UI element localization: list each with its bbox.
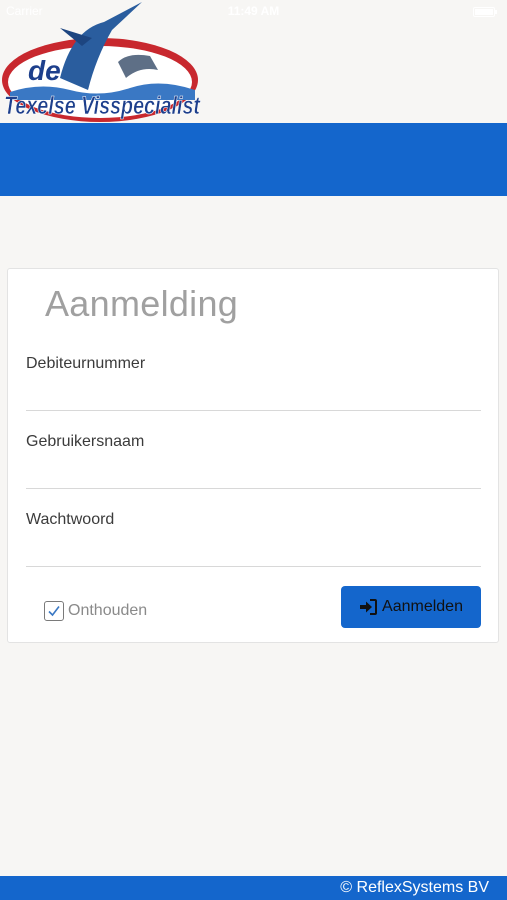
gebruikersnaam-label: Gebruikersnaam <box>26 433 145 450</box>
company-logo: de Texelse Visspecialist <box>2 2 202 122</box>
debiteurnummer-field: Debiteurnummer <box>26 355 481 411</box>
login-title: Aanmelding <box>45 283 239 324</box>
login-button[interactable]: Aanmelden <box>341 586 481 628</box>
wachtwoord-field: Wachtwoord <box>26 511 481 567</box>
debiteurnummer-input[interactable] <box>26 381 481 411</box>
footer-bar: © ReflexSystems BV <box>0 876 507 900</box>
logo-text-de: de <box>28 55 61 86</box>
gebruikersnaam-field: Gebruikersnaam <box>26 433 481 489</box>
logo-wordmark: Texelse Visspecialist <box>4 92 201 120</box>
login-card: Aanmelding Debiteurnummer Gebruikersnaam… <box>7 268 499 643</box>
gebruikersnaam-input[interactable] <box>26 459 481 489</box>
sign-in-icon <box>359 599 378 615</box>
header-bar <box>0 123 507 196</box>
remember-label: Onthouden <box>68 602 148 619</box>
footer-copyright: © ReflexSystems BV <box>340 879 489 896</box>
remember-checkbox[interactable] <box>44 601 64 621</box>
login-button-label: Aanmelden <box>382 598 463 615</box>
app-screen: Carrier 11:49 AM de Texelse Visspecialis… <box>0 0 507 900</box>
remember-me-toggle[interactable]: Onthouden <box>44 601 147 621</box>
wachtwoord-input[interactable] <box>26 537 481 567</box>
checkmark-icon <box>48 606 60 617</box>
debiteurnummer-label: Debiteurnummer <box>26 355 146 372</box>
wachtwoord-label: Wachtwoord <box>26 511 115 528</box>
battery-icon <box>473 7 497 17</box>
